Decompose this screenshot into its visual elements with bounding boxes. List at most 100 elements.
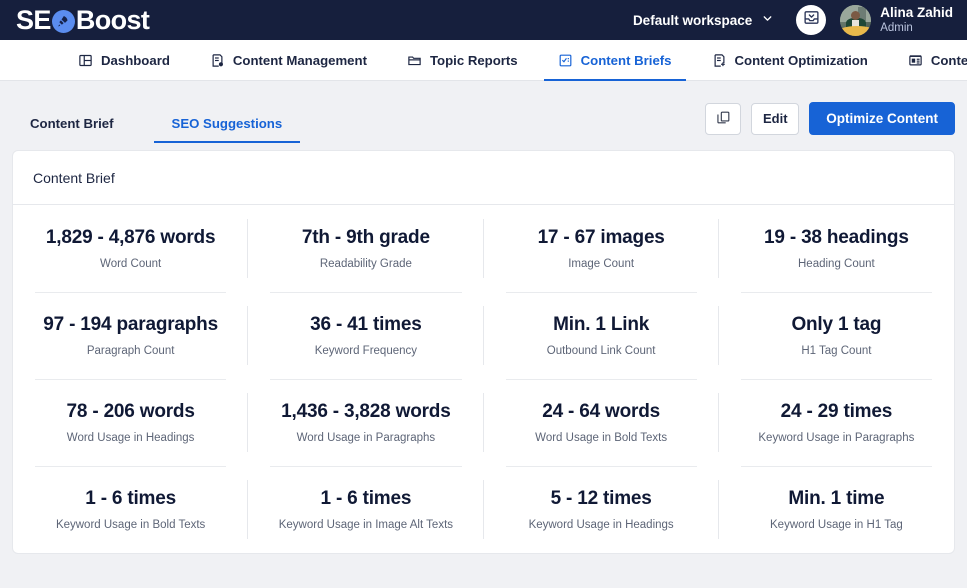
stat-value: 19 - 38 headings [764,227,909,248]
logo-text-after: Boost [75,4,150,35]
stat-value: 1 - 6 times [85,488,176,509]
user-menu[interactable]: Alina Zahid Admin [880,5,953,35]
stat-value: 5 - 12 times [550,488,652,509]
stat-value: 36 - 41 times [310,314,422,335]
optimize-content-label: Optimize Content [826,111,938,126]
stat-label: Keyword Usage in Image Alt Texts [278,519,454,531]
main-content: Content Brief SEO Suggestions Edit Optim… [0,81,967,554]
content-brief-card: Content Brief 1,829 - 4,876 words Word C… [12,150,955,554]
nav-item-label: Content Optimization [734,52,868,68]
stat-value: 78 - 206 words [66,401,195,422]
stat-value: 97 - 194 paragraphs [43,314,218,335]
nav-item-content-briefs[interactable]: Content Briefs [543,40,686,81]
stat-label: Readability Grade [319,258,412,270]
stat-cell: Only 1 tag H1 Tag Count [719,292,954,379]
stat-cell: 24 - 29 times Keyword Usage in Paragraph… [719,379,954,466]
document-check-icon [558,53,573,68]
stat-label: Keyword Usage in H1 Tag [770,519,903,531]
stat-value: 17 - 67 images [537,227,665,248]
stat-value: 24 - 29 times [780,401,893,422]
stat-cell: Min. 1 Link Outbound Link Count [484,292,720,379]
sub-tab-label: Content Brief [30,116,114,131]
copy-button[interactable] [705,102,742,135]
edit-button-label: Edit [762,111,788,126]
top-bar: SE Boost Default workspace Alina Zahid A… [0,0,967,40]
stat-cell: 1,436 - 3,828 words Word Usage in Paragr… [248,379,484,466]
main-navigation: Dashboard Content Management Topic Repor… [0,40,967,81]
avatar-photo-foreground [840,26,872,36]
sub-tab-label: SEO Suggestions [171,116,283,131]
stat-cell: Min. 1 time Keyword Usage in H1 Tag [719,466,954,553]
stat-cell: 78 - 206 words Word Usage in Headings [13,379,249,466]
app-logo[interactable]: SE Boost [16,4,150,36]
inbox-icon-button[interactable] [796,5,827,35]
stat-cell: 1,829 - 4,876 words Word Count [13,205,249,292]
stat-value: Only 1 tag [791,314,882,335]
stat-cell: 24 - 64 words Word Usage in Bold Texts [484,379,720,466]
logo-text-before: SE [16,4,51,35]
stat-label: Keyword Frequency [314,345,418,357]
stat-value: Min. 1 time [788,488,885,509]
stats-grid: 1,829 - 4,876 words Word Count 7th - 9th… [13,205,954,553]
nav-item-topic-reports[interactable]: Topic Reports [393,40,532,80]
nav-item-label: Content Briefs [580,52,672,68]
stat-value: 24 - 64 words [542,401,661,422]
stat-cell: 36 - 41 times Keyword Frequency [248,292,484,379]
stat-cell: 19 - 38 headings Heading Count [719,205,954,292]
nav-item-label: Topic Reports [429,52,518,68]
sub-header: Content Brief SEO Suggestions Edit Optim… [12,81,955,143]
nav-item-label: Content Audits [930,52,967,68]
nav-item-content-management[interactable]: Content Management [196,40,381,80]
workspace-selector[interactable]: Default workspace [633,12,774,28]
nav-item-content-optimization[interactable]: Content Optimization [698,40,882,80]
stat-value: 7th - 9th grade [301,227,430,248]
copy-icon [716,110,731,128]
workspace-label: Default workspace [632,12,753,28]
stat-label: H1 Tag Count [801,345,872,357]
stat-label: Word Usage in Headings [66,432,195,444]
inbox-icon [803,9,820,31]
sub-tab-content-brief[interactable]: Content Brief [24,116,120,143]
optimize-content-button[interactable]: Optimize Content [809,102,955,135]
nav-item-label: Dashboard [101,52,170,68]
stat-value: Min. 1 Link [553,314,650,335]
document-clock-icon [210,53,225,68]
stat-label: Outbound Link Count [546,345,656,357]
stat-label: Keyword Usage in Paragraphs [758,432,915,444]
document-plus-icon [712,53,727,68]
nav-item-dashboard[interactable]: Dashboard [64,40,184,80]
stat-value: 1,436 - 3,828 words [281,401,451,422]
layout-panel-icon [78,53,93,68]
chevron-down-icon [761,12,774,28]
top-bar-right: Default workspace Alina Zahid Admin [633,4,953,36]
stat-cell: 17 - 67 images Image Count [484,205,720,292]
sub-tabs: Content Brief SEO Suggestions [12,93,300,143]
stat-cell: 97 - 194 paragraphs Paragraph Count [13,292,249,379]
stat-label: Word Count [100,258,162,270]
sub-tab-seo-suggestions[interactable]: SEO Suggestions [153,116,300,143]
stat-label: Keyword Usage in Bold Texts [55,519,206,531]
stat-value: 1,829 - 4,876 words [45,227,216,248]
avatar[interactable] [840,4,872,36]
stat-label: Image Count [568,258,635,270]
stat-cell: 1 - 6 times Keyword Usage in Bold Texts [13,466,249,553]
user-name: Alina Zahid [880,4,953,20]
action-buttons: Edit Optimize Content [705,102,955,143]
document-list-icon [908,53,923,68]
rocket-icon [51,9,75,33]
stat-value: 1 - 6 times [320,488,412,509]
stat-label: Heading Count [798,258,875,270]
nav-item-content-audits[interactable]: Content Audits [894,40,967,80]
stat-label: Word Usage in Paragraphs [296,432,436,444]
stat-label: Keyword Usage in Headings [528,519,674,531]
card-title: Content Brief [13,151,954,205]
folder-icon [407,53,422,68]
nav-item-label: Content Management [232,52,367,68]
stat-label: Paragraph Count [86,345,175,357]
stat-label: Word Usage in Bold Texts [535,432,668,444]
avatar-photo-head [850,10,861,20]
edit-button[interactable]: Edit [751,102,800,135]
stat-cell: 5 - 12 times Keyword Usage in Headings [484,466,720,553]
user-role: Admin [880,22,913,35]
stat-cell: 7th - 9th grade Readability Grade [248,205,484,292]
